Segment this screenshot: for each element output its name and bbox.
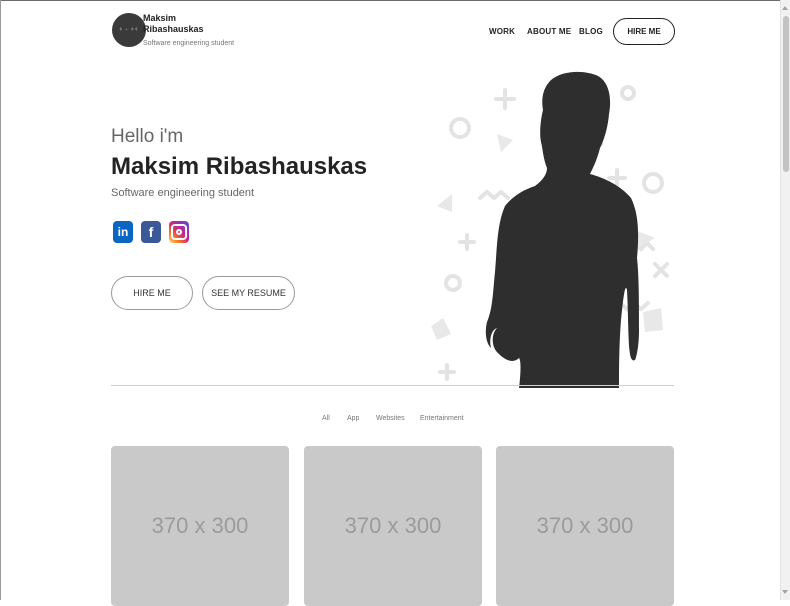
person-silhouette [485, 71, 639, 388]
hire-me-button[interactable]: HIRE ME [111, 276, 193, 310]
scroll-down-arrow-icon[interactable] [782, 590, 788, 594]
hero-name: Maksim Ribashauskas [111, 153, 368, 180]
section-divider [111, 385, 674, 386]
window-left-border [0, 0, 1, 600]
filter-websites[interactable]: Websites [376, 415, 405, 422]
portfolio-card[interactable]: 370 x 300 [111, 446, 289, 606]
hero-subtitle: Software engineering student [111, 187, 255, 199]
window-top-border [0, 0, 790, 1]
filter-all[interactable]: All [322, 415, 330, 422]
logo[interactable]: ǂ • ǂǂ [112, 13, 146, 47]
instagram-icon[interactable] [169, 221, 189, 243]
brand-subtitle: Software engineering student [143, 40, 235, 47]
nav-hire-button[interactable]: HIRE ME [613, 18, 675, 45]
nav-work-link[interactable]: WORK [489, 27, 515, 36]
see-resume-button[interactable]: SEE MY RESUME [202, 276, 295, 310]
brand-name: Maksim Ribashauskas [143, 13, 204, 34]
nav-about-link[interactable]: ABOUT ME [527, 27, 571, 36]
nav-blog-link[interactable]: BLOG [579, 27, 603, 36]
hero-greeting: Hello i'm [111, 126, 184, 147]
hero-illustration [431, 71, 669, 388]
portfolio-card[interactable]: 370 x 300 [304, 446, 482, 606]
filter-app[interactable]: App [347, 415, 359, 422]
filter-entertainment[interactable]: Entertainment [420, 415, 464, 422]
scroll-up-arrow-icon[interactable] [782, 6, 788, 10]
linkedin-icon[interactable]: in [113, 221, 133, 243]
scrollbar-thumb[interactable] [783, 16, 789, 172]
portfolio-card[interactable]: 370 x 300 [496, 446, 674, 606]
vertical-scrollbar[interactable] [780, 0, 790, 600]
facebook-icon[interactable]: f [141, 221, 161, 243]
